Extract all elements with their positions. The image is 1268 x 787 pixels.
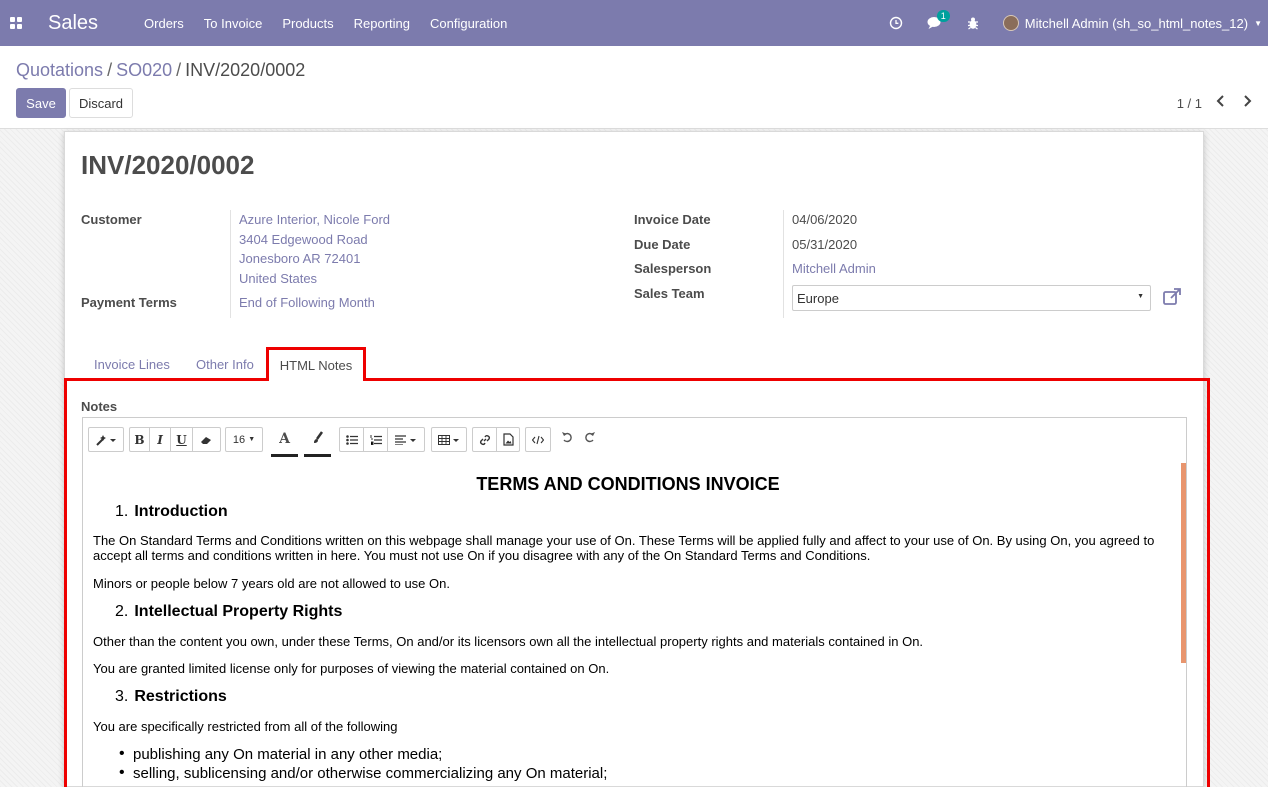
breadcrumb-quotations[interactable]: Quotations xyxy=(16,60,103,80)
payment-terms-value[interactable]: End of Following Month xyxy=(239,295,375,310)
image-icon[interactable] xyxy=(497,428,519,451)
code-view-button[interactable] xyxy=(525,427,551,452)
style-dropdown[interactable] xyxy=(88,427,124,452)
editor-scrollbar[interactable] xyxy=(1181,463,1186,663)
section-heading: 1. Introduction xyxy=(115,503,228,521)
divider xyxy=(783,210,784,318)
menu-reporting[interactable]: Reporting xyxy=(354,16,410,31)
pager-value[interactable]: 1 / 1 xyxy=(1177,96,1202,111)
chat-badge: 1 xyxy=(936,10,950,22)
magic-wand-icon[interactable] xyxy=(89,428,123,451)
clock-icon[interactable] xyxy=(889,16,903,30)
insert-group xyxy=(472,427,520,452)
avatar xyxy=(1002,15,1019,31)
sales-team-value: Europe xyxy=(797,291,839,306)
section-title: Restrictions xyxy=(134,688,227,705)
menu-products[interactable]: Products xyxy=(282,16,333,31)
section-number: 2. xyxy=(115,603,129,620)
breadcrumb: Quotations / SO020/INV/2020/0002 xyxy=(16,60,305,81)
customer-name[interactable]: Azure Interior, Nicole Ford xyxy=(239,212,390,227)
tab-other-info[interactable]: Other Info xyxy=(196,357,254,372)
menu-configuration[interactable]: Configuration xyxy=(430,16,507,31)
section-number: 1. xyxy=(115,503,129,520)
apps-menu-icon[interactable] xyxy=(0,0,32,46)
background-color-icon[interactable] xyxy=(304,427,331,457)
italic-button[interactable]: I xyxy=(150,428,171,451)
font-size-value: 16 ▼ xyxy=(232,433,256,446)
align-dropdown-icon[interactable] xyxy=(388,428,424,451)
numbered-list-icon[interactable] xyxy=(364,428,388,451)
paragraph: Minors or people below 7 years old are n… xyxy=(93,576,450,591)
eraser-icon[interactable] xyxy=(193,428,220,451)
editor-toolbar: B I U 16 ▼ A xyxy=(83,418,1186,462)
paragraph: You are specifically restricted from all… xyxy=(93,719,398,734)
customer-label: Customer xyxy=(81,212,142,227)
app-name[interactable]: Sales xyxy=(48,12,98,35)
salesperson-label: Salesperson xyxy=(634,261,712,276)
bullet-list-icon[interactable] xyxy=(340,428,364,451)
font-size-text: 16 xyxy=(232,433,246,446)
bold-button[interactable]: B xyxy=(130,428,150,451)
record-title: INV/2020/0002 xyxy=(81,150,255,180)
redo-icon[interactable] xyxy=(584,431,596,446)
text-color-button[interactable]: A xyxy=(271,427,298,457)
salesperson-value[interactable]: Mitchell Admin xyxy=(792,261,876,276)
section-title: Introduction xyxy=(134,503,228,520)
pager-previous-icon[interactable] xyxy=(1215,94,1225,111)
list-item: selling, sublicensing and/or otherwise c… xyxy=(119,764,607,782)
pager-next-icon[interactable] xyxy=(1243,94,1253,111)
save-button[interactable]: Save xyxy=(16,88,66,118)
breadcrumb-current: INV/2020/0002 xyxy=(185,60,306,80)
html-notes-editor[interactable]: B I U 16 ▼ A TERMS AND CONDITIONS INVOIC… xyxy=(82,417,1187,787)
paragraph: You are granted limited license only for… xyxy=(93,661,610,676)
tab-invoice-lines[interactable]: Invoice Lines xyxy=(94,357,170,372)
sales-team-select[interactable]: Europe ▼ xyxy=(792,285,1151,311)
external-link-icon[interactable] xyxy=(1162,287,1182,307)
top-navbar: Sales Orders To Invoice Products Reporti… xyxy=(0,0,1268,46)
payment-terms-label: Payment Terms xyxy=(81,295,177,310)
section-number: 3. xyxy=(115,688,129,705)
chat-icon[interactable]: 1 xyxy=(927,10,950,30)
notes-title: TERMS AND CONDITIONS INVOICE xyxy=(476,474,780,494)
customer-address-line: United States xyxy=(239,271,318,286)
paragraph: Other than the content you own, under th… xyxy=(93,634,924,649)
link-icon[interactable] xyxy=(473,428,497,451)
underline-button[interactable]: U xyxy=(171,428,193,451)
undo-icon[interactable] xyxy=(561,431,573,446)
section-title: Intellectual Property Rights xyxy=(134,603,343,620)
customer-address-line: Jonesboro AR 72401 xyxy=(239,251,361,266)
tab-html-notes[interactable]: HTML Notes xyxy=(266,347,366,381)
sales-team-label: Sales Team xyxy=(634,286,705,301)
font-size-dropdown[interactable]: 16 ▼ xyxy=(225,427,263,452)
table-icon[interactable] xyxy=(432,428,466,451)
breadcrumb-so[interactable]: SO020 xyxy=(116,60,172,80)
breadcrumb-separator: / xyxy=(176,60,182,80)
section-heading: 2. Intellectual Property Rights xyxy=(115,603,342,621)
list-item: publishing any On material in any other … xyxy=(119,745,442,763)
due-date-value: 05/31/2020 xyxy=(792,237,858,252)
menu-to-invoice[interactable]: To Invoice xyxy=(204,16,263,31)
dropdown-caret-icon: ▼ xyxy=(1137,293,1144,300)
discard-button[interactable]: Discard xyxy=(69,88,133,118)
paragraph-group xyxy=(339,427,425,452)
divider xyxy=(230,210,231,318)
breadcrumb-separator: / xyxy=(107,60,113,80)
section-heading: 3. Restrictions xyxy=(115,688,227,706)
user-name: Mitchell Admin (sh_so_html_notes_12) xyxy=(1024,15,1249,31)
font-style-group: B I U xyxy=(129,427,221,452)
code-icon[interactable] xyxy=(526,428,550,451)
notes-label: Notes xyxy=(81,399,118,414)
menu-orders[interactable]: Orders xyxy=(144,16,184,31)
table-dropdown[interactable] xyxy=(431,427,467,452)
invoice-date-value: 04/06/2020 xyxy=(792,212,858,227)
invoice-date-label: Invoice Date xyxy=(634,212,711,227)
due-date-label: Due Date xyxy=(634,237,691,252)
chevron-down-icon: ▼ xyxy=(1254,18,1262,28)
customer-address-line: 3404 Edgewood Road xyxy=(239,232,368,247)
paragraph: The On Standard Terms and Conditions wri… xyxy=(93,533,1155,563)
user-menu[interactable]: Mitchell Admin (sh_so_html_notes_12) ▼ xyxy=(1002,15,1262,31)
bug-icon[interactable] xyxy=(967,16,979,30)
